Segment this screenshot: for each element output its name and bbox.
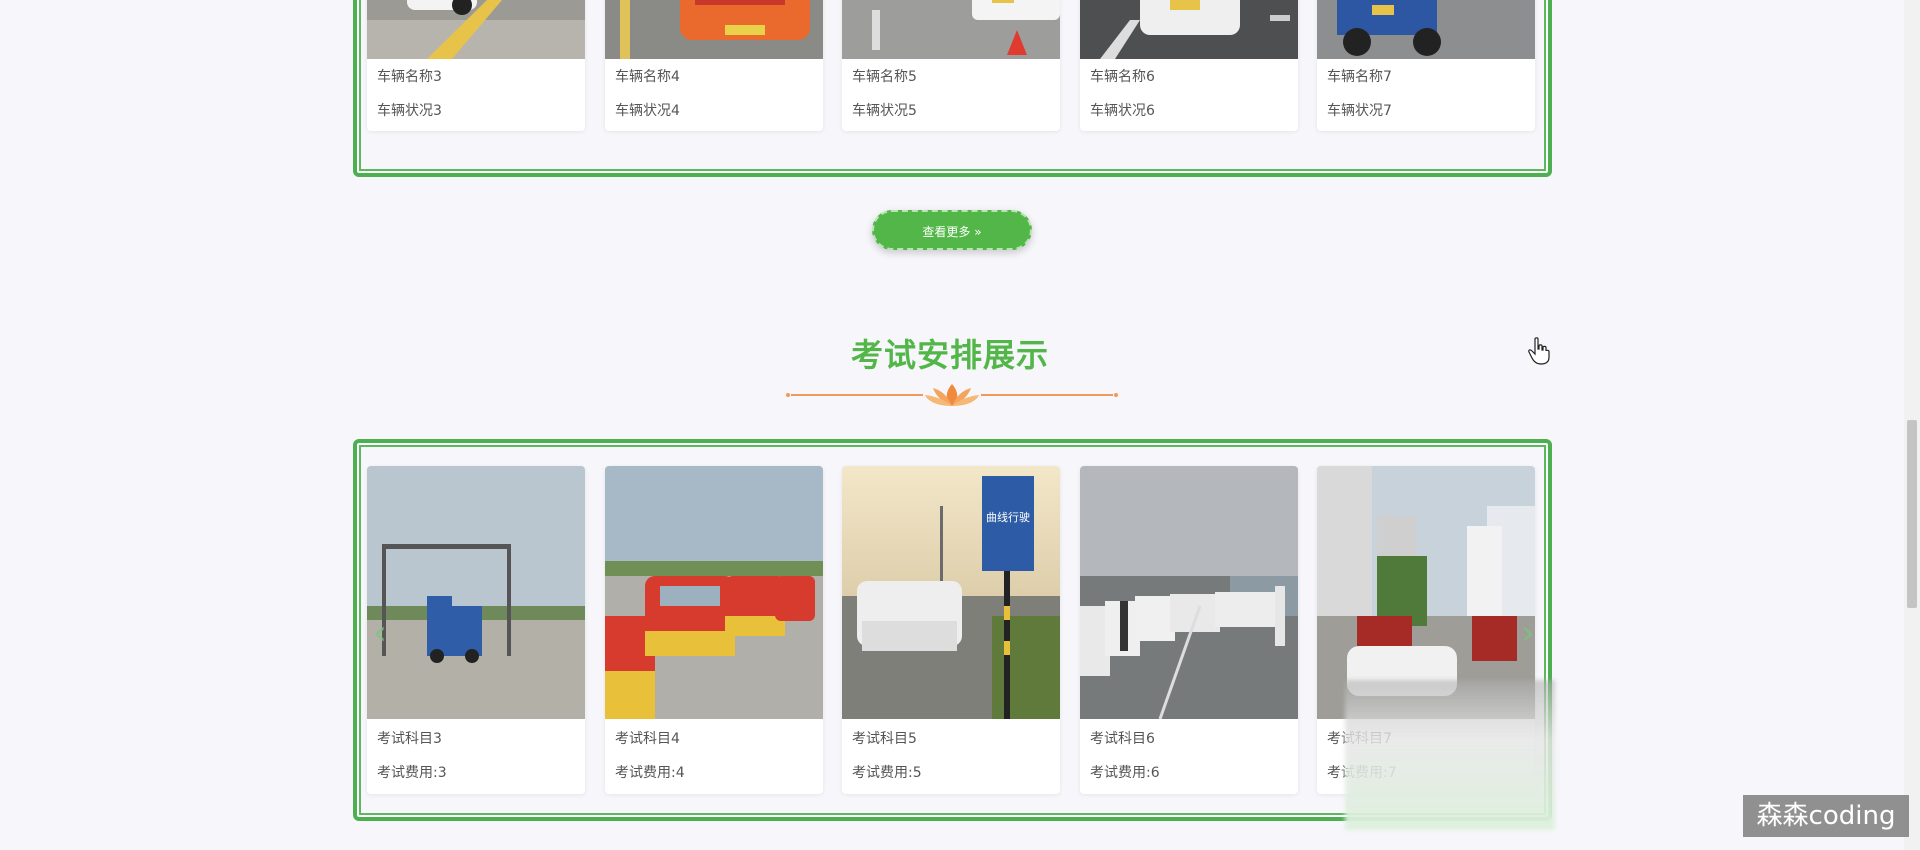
vehicle-name: 车辆名称5 bbox=[852, 69, 917, 85]
exam-subject: 考试科目6 bbox=[1090, 731, 1155, 747]
exam-photo: 曲线行驶 bbox=[842, 466, 1060, 719]
exam-fee: 考试费用:5 bbox=[852, 765, 922, 781]
vehicle-photo bbox=[842, 0, 1060, 59]
vehicle-carousel: 车辆名称3 车辆状况3 车辆名称4 车辆状况4 车辆名称5 车辆状况5 车辆名称… bbox=[353, 0, 1552, 177]
exam-card[interactable]: 考试科目3 考试费用:3 bbox=[367, 466, 585, 794]
exam-fee: 考试费用:3 bbox=[377, 765, 447, 781]
vehicle-card[interactable]: 车辆名称6 车辆状况6 bbox=[1080, 0, 1298, 131]
vehicle-card[interactable]: 车辆名称4 车辆状况4 bbox=[605, 0, 823, 131]
scrollbar[interactable] bbox=[1904, 0, 1920, 850]
exam-subject: 考试科目5 bbox=[852, 731, 917, 747]
vehicle-photo bbox=[1080, 0, 1298, 59]
vehicle-card[interactable]: 车辆名称7 车辆状况7 bbox=[1317, 0, 1535, 131]
road-sign-text: 曲线行驶 bbox=[986, 510, 1030, 524]
exam-photo bbox=[1080, 466, 1298, 719]
view-more-button[interactable]: 查看更多 » bbox=[872, 210, 1032, 250]
exam-photo bbox=[367, 466, 585, 719]
vehicle-photo bbox=[605, 0, 823, 59]
vehicle-photo bbox=[1317, 0, 1535, 59]
exam-photo bbox=[605, 466, 823, 719]
vehicle-card[interactable]: 车辆名称5 车辆状况5 bbox=[842, 0, 1060, 131]
vehicle-status: 车辆状况5 bbox=[852, 103, 917, 119]
vehicle-name: 车辆名称7 bbox=[1327, 69, 1392, 85]
exam-card[interactable]: 考试科目6 考试费用:6 bbox=[1080, 466, 1298, 794]
exam-fee: 考试费用:4 bbox=[615, 765, 685, 781]
vehicle-status: 车辆状况4 bbox=[615, 103, 680, 119]
lotus-divider-icon bbox=[786, 384, 1118, 406]
vehicle-card[interactable]: 车辆名称3 车辆状况3 bbox=[367, 0, 585, 131]
vehicle-name: 车辆名称6 bbox=[1090, 69, 1155, 85]
page: 车辆名称3 车辆状况3 车辆名称4 车辆状况4 车辆名称5 车辆状况5 车辆名称… bbox=[0, 0, 1920, 850]
vehicle-name: 车辆名称4 bbox=[615, 69, 680, 85]
exam-subject: 考试科目3 bbox=[377, 731, 442, 747]
watermark: 森森coding bbox=[1743, 795, 1909, 837]
section-title: 考试安排展示 bbox=[850, 336, 1049, 374]
scrollbar-thumb[interactable] bbox=[1907, 420, 1917, 608]
vehicle-name: 车辆名称3 bbox=[377, 69, 442, 85]
carousel-prev-arrow-icon[interactable]: ‹ bbox=[369, 613, 391, 653]
carousel-next-arrow-icon[interactable]: › bbox=[1517, 613, 1539, 653]
exam-subject: 考试科目4 bbox=[615, 731, 680, 747]
vehicle-photo bbox=[367, 0, 585, 59]
hand-cursor-icon bbox=[1528, 337, 1550, 365]
vehicle-status: 车辆状况6 bbox=[1090, 103, 1155, 119]
blurred-overlay bbox=[1345, 680, 1555, 830]
vehicle-status: 车辆状况3 bbox=[377, 103, 442, 119]
exam-card[interactable]: 曲线行驶 考试科目5 考试费用:5 bbox=[842, 466, 1060, 794]
exam-card[interactable]: 考试科目4 考试费用:4 bbox=[605, 466, 823, 794]
vehicle-status: 车辆状况7 bbox=[1327, 103, 1392, 119]
exam-fee: 考试费用:6 bbox=[1090, 765, 1160, 781]
